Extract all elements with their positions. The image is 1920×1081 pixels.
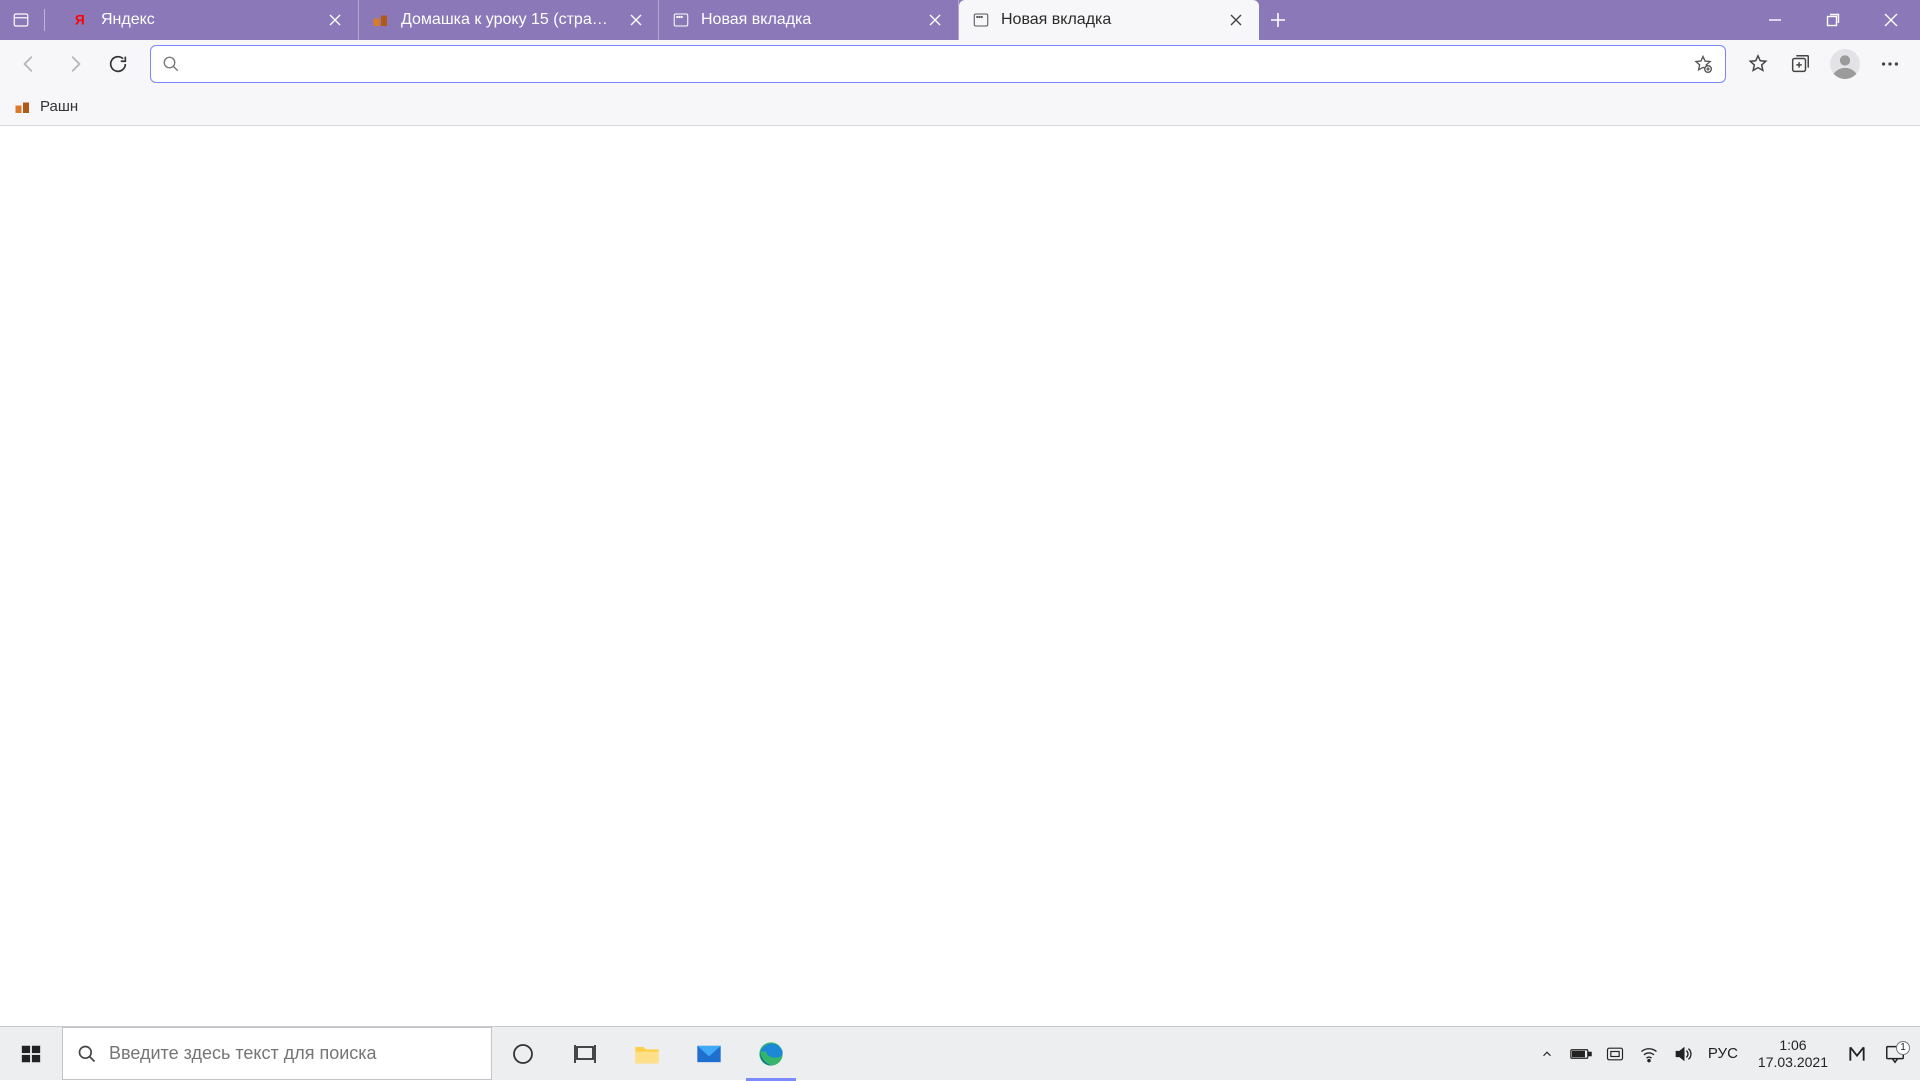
system-tray: РУС 1:06 17.03.2021 1 — [1532, 1027, 1920, 1080]
collections-button[interactable] — [1780, 44, 1820, 84]
search-icon — [159, 55, 183, 73]
cortana-button[interactable] — [492, 1027, 554, 1081]
tab-label: Домашка к уроку 15 (страница — [401, 11, 615, 29]
task-view-button[interactable] — [554, 1027, 616, 1081]
close-icon[interactable] — [924, 9, 946, 31]
bookmarks-bar: Рашн — [0, 88, 1920, 126]
volume-icon[interactable] — [1668, 1027, 1698, 1081]
edge-browser-button[interactable] — [740, 1027, 802, 1081]
file-explorer-button[interactable] — [616, 1027, 678, 1081]
page-content — [0, 126, 1920, 1026]
close-icon[interactable] — [625, 9, 646, 31]
svg-text:Я: Я — [75, 13, 85, 28]
taskbar-pinned — [492, 1027, 802, 1080]
address-bar[interactable] — [150, 45, 1726, 83]
close-icon[interactable] — [1225, 9, 1247, 31]
browser-toolbar — [0, 40, 1920, 88]
bookmark-item-rashn[interactable]: Рашн — [14, 98, 78, 116]
clock-time: 1:06 — [1758, 1037, 1828, 1054]
tray-overflow-button[interactable] — [1532, 1027, 1562, 1081]
rashn-icon — [371, 10, 391, 30]
windows-taskbar: РУС 1:06 17.03.2021 1 — [0, 1026, 1920, 1080]
favorites-button[interactable] — [1738, 44, 1778, 84]
tab-label: Яндекс — [101, 11, 314, 29]
yandex-icon: Я — [71, 10, 91, 30]
tab-newtab-active[interactable]: Новая вкладка — [959, 0, 1259, 40]
tab-label: Новая вкладка — [1001, 11, 1215, 29]
notification-badge: 1 — [1896, 1041, 1910, 1055]
back-button[interactable] — [10, 44, 50, 84]
rashn-icon — [14, 98, 32, 116]
tray-app-icon[interactable] — [1842, 1027, 1872, 1081]
add-favorite-icon[interactable] — [1689, 54, 1717, 74]
search-icon — [77, 1044, 97, 1064]
close-window-button[interactable] — [1862, 0, 1920, 40]
clock[interactable]: 1:06 17.03.2021 — [1748, 1037, 1838, 1071]
onedrive-icon[interactable] — [1600, 1027, 1630, 1081]
toolbar-right — [1738, 44, 1910, 84]
wifi-icon[interactable] — [1634, 1027, 1664, 1081]
battery-icon[interactable] — [1566, 1027, 1596, 1081]
taskbar-search-input[interactable] — [109, 1043, 477, 1064]
close-icon[interactable] — [324, 9, 346, 31]
titlebar-drag-region — [1297, 0, 1746, 40]
settings-menu-button[interactable] — [1870, 44, 1910, 84]
tab-yandex[interactable]: Я Яндекс — [59, 0, 359, 40]
refresh-button[interactable] — [98, 44, 138, 84]
tab-strip: Я Яндекс Домашка к уроку 15 (страница Но… — [59, 0, 1259, 40]
input-language[interactable]: РУС — [1702, 1045, 1744, 1062]
tab-actions-button[interactable] — [6, 5, 36, 35]
mail-button[interactable] — [678, 1027, 740, 1081]
taskbar-search[interactable] — [62, 1027, 492, 1080]
forward-button[interactable] — [54, 44, 94, 84]
window-controls — [1746, 0, 1920, 40]
browser-titlebar: Я Яндекс Домашка к уроку 15 (страница Но… — [0, 0, 1920, 40]
action-center-button[interactable]: 1 — [1876, 1043, 1914, 1065]
edge-page-icon — [971, 10, 991, 30]
profile-avatar[interactable] — [1830, 49, 1860, 79]
clock-date: 17.03.2021 — [1758, 1054, 1828, 1071]
address-input[interactable] — [183, 55, 1689, 73]
tab-label: Новая вкладка — [701, 11, 914, 29]
maximize-button[interactable] — [1804, 0, 1862, 40]
minimize-button[interactable] — [1746, 0, 1804, 40]
bookmark-label: Рашн — [40, 98, 78, 115]
tab-actions-left — [0, 0, 59, 40]
tab-newtab-1[interactable]: Новая вкладка — [659, 0, 959, 40]
tab-homework[interactable]: Домашка к уроку 15 (страница — [359, 0, 659, 40]
divider — [44, 9, 45, 31]
start-button[interactable] — [0, 1027, 62, 1080]
edge-page-icon — [671, 10, 691, 30]
new-tab-button[interactable] — [1259, 0, 1297, 40]
